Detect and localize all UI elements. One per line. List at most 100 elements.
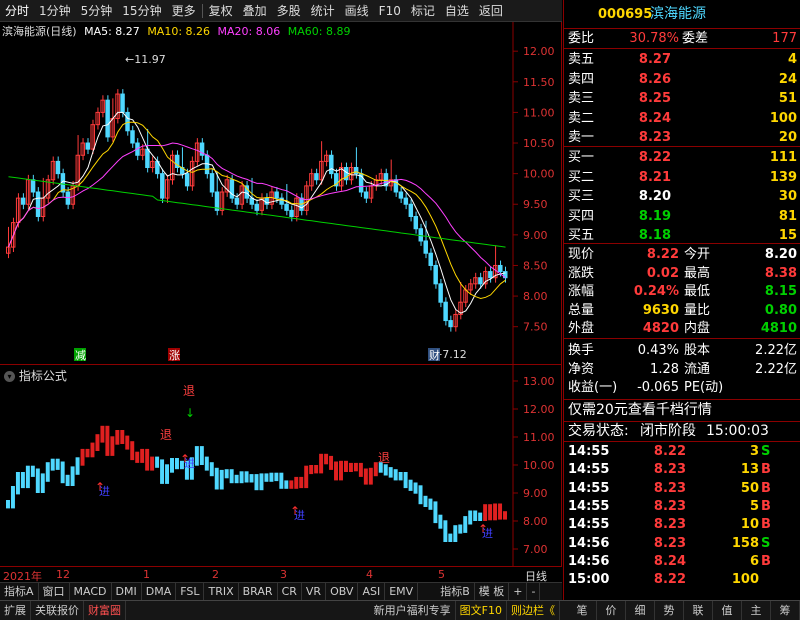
tick-time: 14:56 — [568, 553, 610, 569]
indicator-tab-15[interactable]: + — [509, 583, 528, 600]
tick-time: 14:55 — [568, 517, 610, 533]
ind-bar — [229, 469, 234, 484]
ind-bar — [204, 456, 209, 471]
bottom-item-0[interactable]: 扩展 — [0, 601, 31, 620]
bottom-item-8[interactable]: 细 — [626, 601, 655, 620]
toolbar-item-1[interactable]: 1分钟 — [34, 0, 76, 22]
tick-side: B — [761, 498, 771, 514]
stat-row: 现价 8.22 今开 8.20 — [564, 245, 800, 264]
candle-body — [488, 271, 493, 279]
indicator-tab-3[interactable]: DMI — [112, 583, 142, 600]
zhang-marker[interactable]: 涨 — [169, 349, 180, 362]
indicator-tab-0[interactable]: 指标A — [0, 583, 39, 600]
indicator-tab-14[interactable]: 模 板 — [475, 583, 510, 600]
indicator-svg: 13.0012.0011.0010.009.008.007.00退退退↑进↑进↑… — [6, 365, 555, 567]
bottom-item-1[interactable]: 关联报价 — [31, 601, 84, 620]
ind-bar — [403, 472, 408, 489]
stat-row: 外盘 4820 内盘 4810 — [564, 319, 800, 338]
toolbar-item-13[interactable]: 返回 — [474, 0, 508, 22]
cai-marker[interactable]: 财 — [429, 348, 440, 362]
tick-time: 14:56 — [568, 535, 610, 551]
candle-body — [35, 191, 41, 217]
stock-code: 000695 — [598, 7, 653, 22]
bottom-item-7[interactable]: 价 — [597, 601, 626, 620]
toolbar-item-0[interactable]: 分时 — [0, 0, 34, 22]
ind-bar — [135, 451, 140, 463]
toolbar-item-10[interactable]: F10 — [374, 0, 406, 22]
stat-label: 最低 — [684, 284, 711, 299]
bottom-item-10[interactable]: 联 — [684, 601, 713, 620]
indicator-tab-1[interactable]: 窗口 — [39, 583, 70, 600]
ind-axis-label: 8.00 — [523, 515, 548, 528]
bottom-item-5[interactable]: 则边栏《 — [507, 601, 560, 620]
sell-row: 卖四 8.26 24 — [564, 70, 800, 89]
quote-panel: 000695 滨海能源 委比 30.78% 委差 177 卖五 8.27 4 卖四 8.26 24 卖三… — [563, 0, 800, 600]
jian-marker[interactable]: 减 — [75, 349, 86, 362]
sell-price: 8.24 — [638, 110, 671, 126]
bottom-item-11[interactable]: 值 — [713, 601, 742, 620]
tick-side: B — [761, 517, 771, 533]
ind-bar — [289, 480, 294, 489]
candle-body — [413, 215, 419, 230]
candle-body — [120, 93, 125, 113]
stat-label: 涨跌 — [568, 265, 595, 281]
toolbar-item-6[interactable]: 叠加 — [238, 0, 272, 22]
indicator-tab-6[interactable]: TRIX — [204, 583, 239, 600]
indicator-tab-12[interactable]: EMV — [385, 583, 419, 600]
bottom-item-4[interactable]: 图文F10 — [456, 601, 507, 620]
ind-axis-label: 13.00 — [523, 375, 555, 388]
indicator-tab-9[interactable]: VR — [302, 583, 327, 600]
toolbar-item-3[interactable]: 15分钟 — [117, 0, 166, 22]
bottom-item-9[interactable]: 势 — [655, 601, 684, 620]
indicator-tab-2[interactable]: MACD — [70, 583, 112, 600]
ind-bar — [433, 501, 438, 524]
indicator-title[interactable]: ▾ 指标公式 — [4, 367, 67, 384]
bottom-item-2[interactable]: 财富圈 — [84, 601, 126, 620]
stat-value: 8.22 — [646, 247, 679, 262]
toolbar-item-4[interactable]: 更多 — [167, 0, 201, 22]
sell-label: 卖一 — [568, 130, 595, 145]
toolbar-item-11[interactable]: 标记 — [406, 0, 440, 22]
tick-price: 8.23 — [653, 535, 686, 551]
bottom-item-13[interactable]: 筹 — [771, 601, 800, 620]
toolbar-item-7[interactable]: 多股 — [272, 0, 306, 22]
indicator-chart[interactable]: 13.00 12.00 11.00 10.00 9.00 8.00 7.00 退退退 ↑ 进 ↑ 进 ↑… — [0, 364, 562, 567]
indicator-tab-13[interactable]: 指标B — [436, 583, 475, 600]
toolbar-item-9[interactable]: 画线 — [340, 0, 374, 22]
bottom-item-3[interactable]: 新用户福利专享 — [370, 601, 456, 620]
stat-label: 最高 — [684, 265, 711, 281]
tick-time: 14:55 — [568, 480, 610, 496]
tick-price: 8.23 — [653, 480, 686, 496]
indicator-tab-5[interactable]: FSL — [176, 583, 205, 600]
bottom-item-6[interactable]: 笔 — [568, 601, 597, 620]
sell-label: 卖四 — [568, 71, 595, 87]
tick-volume: 10 — [740, 517, 759, 533]
ma-legend: 滨海能源(日线) MA5: 8.27 MA10: 8.26 MA20: 8.06… — [2, 23, 354, 41]
kline-chart[interactable]: 12.00 11.50 11.00 10.50 10.00 9.50 9.00 8.50 8.0… — [0, 22, 562, 364]
indicator-tab-7[interactable]: BRAR — [239, 583, 278, 600]
toolbar-item-12[interactable]: 自选 — [440, 0, 474, 22]
tick-price: 8.24 — [653, 553, 686, 569]
indicator-tab-4[interactable]: DMA — [142, 583, 177, 600]
price-axis-label: 9.00 — [523, 229, 548, 242]
tick-row: 14:55 8.23 10 B — [564, 515, 800, 534]
indicator-tab-11[interactable]: ASI — [358, 583, 386, 600]
tick-price: 8.23 — [653, 498, 686, 514]
indicator-tab-16[interactable]: - — [527, 583, 541, 600]
stat-value: 9630 — [642, 302, 679, 318]
sell-row: 卖五 8.27 4 — [564, 50, 800, 69]
promo-row[interactable]: 仅需20元查看千档行情 — [564, 401, 800, 420]
toolbar-item-5[interactable]: 复权 — [204, 0, 238, 22]
indicator-tab-10[interactable]: OBV — [326, 583, 359, 600]
info-label: 流通 — [684, 361, 711, 377]
toolbar-item-8[interactable]: 统计 — [306, 0, 340, 22]
toolbar-item-2[interactable]: 5分钟 — [76, 0, 118, 22]
ind-bar — [259, 473, 264, 491]
bottom-item-12[interactable]: 主 — [742, 601, 771, 620]
indicator-tab-8[interactable]: CR — [278, 583, 302, 600]
ind-bar — [120, 430, 125, 444]
chevron-down-icon[interactable]: ▾ — [4, 371, 15, 382]
timeline-m5: 5 — [438, 568, 445, 581]
ind-bar — [35, 468, 40, 493]
ind-axis-label: 10.00 — [523, 459, 555, 472]
